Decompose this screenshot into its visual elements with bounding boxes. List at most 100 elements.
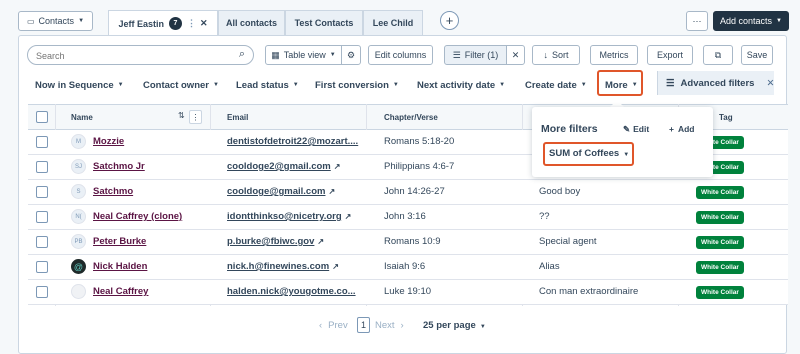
save-view-button[interactable]: Save: [741, 45, 773, 65]
add-tab-button[interactable]: +: [440, 11, 459, 30]
column-header-tag[interactable]: Tag: [719, 113, 733, 122]
edit-columns-label: Edit columns: [374, 50, 427, 60]
add-button[interactable]: + Add: [669, 124, 695, 134]
tab-lee-child[interactable]: Lee Child: [363, 10, 423, 35]
filter-button[interactable]: ☰ Filter (1): [444, 45, 507, 65]
search-icon[interactable]: ⌕: [239, 48, 245, 61]
external-link-icon[interactable]: ↗: [317, 237, 324, 246]
prev-page-button[interactable]: ‹ Prev: [319, 320, 348, 331]
chapter-verse: Luke 19:10: [384, 286, 432, 297]
column-header-email[interactable]: Email: [227, 113, 248, 122]
table-row[interactable]: PB Peter Burke p.burke@fbiwc.gov ↗ Romans…: [28, 230, 788, 255]
row-checkbox[interactable]: [36, 236, 48, 248]
contact-name-link[interactable]: Neal Caffrey (clone): [93, 211, 182, 222]
contact-name-link[interactable]: Peter Burke: [93, 236, 146, 247]
duplicate-view-button[interactable]: ⧉: [703, 45, 733, 65]
contact-name-link[interactable]: Mozzie: [93, 136, 124, 147]
edit-columns-button[interactable]: Edit columns: [368, 45, 433, 65]
external-link-icon[interactable]: ↗: [328, 187, 335, 196]
row-checkbox[interactable]: [36, 186, 48, 198]
edit-button[interactable]: ✎ Edit: [623, 124, 649, 135]
sort-icon: ↓: [543, 50, 548, 60]
filter-next-activity-date[interactable]: Next activity date ▼: [417, 77, 505, 93]
tab-jeff-eastin[interactable]: Jeff Eastin 7 ⋮ ✕: [108, 10, 218, 36]
select-all-checkbox[interactable]: [36, 111, 48, 123]
email-link[interactable]: nick.h@finewines.com ↗: [227, 261, 339, 272]
chevron-down-icon: ▼: [776, 18, 782, 24]
filter-sliders-icon: ☰: [452, 49, 461, 60]
row-checkbox[interactable]: [36, 136, 48, 148]
column-menu-icon[interactable]: ⋮: [189, 110, 202, 124]
email-text: nick.h@finewines.com: [227, 261, 330, 272]
filter-contact-owner[interactable]: Contact owner ▼: [143, 77, 219, 93]
clear-filter-button[interactable]: ✕: [506, 45, 525, 65]
email-link[interactable]: cooldoge2@gmail.com ↗: [227, 161, 340, 172]
sort-arrows-icon[interactable]: ⇅: [178, 111, 185, 120]
email-link[interactable]: dentistofdetroit22@mozart....: [227, 136, 358, 147]
metrics-label: Metrics: [599, 50, 629, 60]
tab-all-contacts[interactable]: All contacts: [218, 10, 285, 35]
column-header-chapter-verse[interactable]: Chapter/Verse: [384, 113, 438, 122]
top-bar: ▭ Contacts ▼ Jeff Eastin 7 ⋮ ✕ All conta…: [0, 0, 800, 36]
avatar-photo: @: [71, 259, 86, 274]
metrics-button[interactable]: Metrics: [590, 45, 638, 65]
filter-lead-status[interactable]: Lead status ▼: [236, 77, 299, 93]
contact-name-link[interactable]: Neal Caffrey: [93, 286, 148, 297]
add-contacts-button[interactable]: Add contacts ▼: [713, 11, 789, 31]
table-row[interactable]: S Satchmo cooldoge@gmail.com ↗ John 14:26…: [28, 180, 788, 205]
row-checkbox[interactable]: [36, 286, 48, 298]
table-row[interactable]: @ Nick Halden nick.h@finewines.com ↗ Isai…: [28, 255, 788, 280]
email-link[interactable]: p.burke@fbiwc.gov ↗: [227, 236, 324, 247]
tag-badge: White Collar: [696, 261, 744, 274]
table-row[interactable]: N( Neal Caffrey (clone) idontthinkso@nic…: [28, 205, 788, 230]
email-text: idontthinkso@nicetry.org: [227, 211, 342, 222]
advanced-filters-button[interactable]: ☰ Advanced filters ✕: [657, 71, 774, 95]
tab-test-contacts[interactable]: Test Contacts: [285, 10, 363, 35]
email-link[interactable]: halden.nick@yougotme.co...: [227, 286, 356, 297]
kebab-icon[interactable]: ⋮: [187, 18, 196, 29]
tab-label: Jeff Eastin: [118, 18, 164, 29]
close-icon[interactable]: ✕: [200, 18, 208, 29]
view-settings-button[interactable]: ⚙: [341, 45, 361, 65]
external-link-icon[interactable]: ↗: [345, 212, 352, 221]
row-checkbox[interactable]: [36, 211, 48, 223]
search-input[interactable]: [36, 49, 226, 62]
contact-name-link[interactable]: Satchmo: [93, 186, 133, 197]
filter-first-conversion[interactable]: First conversion ▼: [315, 77, 399, 93]
chevron-right-icon: ›: [400, 320, 404, 331]
filter-create-date[interactable]: Create date ▼: [525, 77, 587, 93]
next-page-button[interactable]: Next ›: [375, 320, 404, 331]
contact-name-link[interactable]: Nick Halden: [93, 261, 147, 272]
contact-name-link[interactable]: Satchmo Jr: [93, 161, 145, 172]
tab-label: All contacts: [225, 18, 277, 28]
external-link-icon[interactable]: ↗: [334, 162, 341, 171]
tab-label: Test Contacts: [294, 18, 354, 28]
per-page-dropdown[interactable]: 25 per page ▼: [423, 320, 486, 331]
object-selector[interactable]: ▭ Contacts ▼: [18, 11, 93, 31]
table-row[interactable]: Neal Caffrey halden.nick@yougotme.co... …: [28, 280, 788, 305]
filter-now-in-sequence[interactable]: Now in Sequence ▼: [35, 77, 124, 93]
email-link[interactable]: cooldoge@gmail.com ↗: [227, 186, 335, 197]
row-note: Con man extraordinaire: [539, 286, 639, 297]
export-button[interactable]: Export: [647, 45, 693, 65]
chevron-down-icon: ▼: [479, 324, 486, 330]
tag-badge: White Collar: [696, 186, 744, 199]
chevron-down-icon: ▼: [499, 82, 506, 88]
sort-button[interactable]: ↓ Sort: [532, 45, 580, 65]
more-actions-button[interactable]: ⋯: [686, 11, 708, 31]
row-checkbox[interactable]: [36, 161, 48, 173]
close-icon: ✕: [511, 49, 520, 60]
row-checkbox[interactable]: [36, 261, 48, 273]
close-icon[interactable]: ✕: [766, 78, 774, 89]
email-link[interactable]: idontthinkso@nicetry.org ↗: [227, 211, 351, 222]
advanced-filters-label: Advanced filters: [680, 77, 755, 89]
column-header-name[interactable]: Name: [71, 113, 93, 122]
tag-badge: White Collar: [696, 236, 744, 249]
table-view-button[interactable]: ▦ Table view ▼: [265, 45, 342, 65]
external-link-icon[interactable]: ↗: [332, 262, 339, 271]
chevron-down-icon: ▼: [392, 82, 399, 88]
object-selector-label: Contacts: [38, 16, 75, 26]
chapter-verse: John 14:26-27: [384, 186, 445, 197]
current-page[interactable]: 1: [357, 317, 370, 333]
search-field[interactable]: ⌕: [27, 45, 254, 65]
